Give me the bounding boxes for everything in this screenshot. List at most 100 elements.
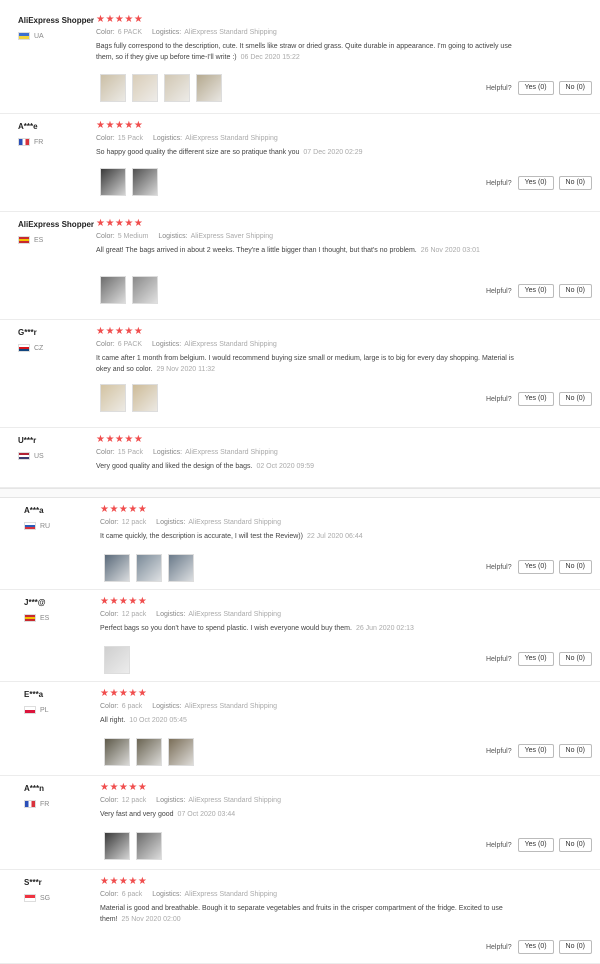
country-flag-icon	[18, 32, 30, 40]
review-text: Very good quality and liked the design o…	[96, 461, 526, 472]
color-key: Color:	[100, 703, 119, 710]
logistics-value: AliExpress Standard Shipping	[185, 135, 278, 142]
country-flag-icon	[24, 522, 36, 530]
color-value: 6 PACK	[117, 341, 143, 348]
review-date: 26 Nov 2020 03:01	[420, 247, 480, 254]
helpful-no-button[interactable]: No (0)	[558, 838, 592, 852]
review-photo-thumbnail[interactable]	[168, 738, 194, 766]
helpful-label: Helpful?	[485, 655, 512, 663]
review-photos	[100, 384, 158, 412]
helpful-yes-button[interactable]: Yes (0)	[517, 81, 554, 95]
review-photo-thumbnail[interactable]	[136, 738, 162, 766]
helpful-label: Helpful?	[485, 179, 512, 187]
reviewer-name: A***n	[24, 784, 45, 793]
color-value: 15 Pack	[117, 135, 143, 142]
review-meta: Color: 12 pack Logistics: AliExpress Stand…	[100, 611, 289, 618]
review-text: Bags fully correspond to the description…	[96, 41, 526, 63]
review-photo-thumbnail[interactable]	[100, 384, 126, 412]
helpful-no-button[interactable]: No (0)	[558, 81, 592, 95]
color-value: 5 Medium	[117, 233, 149, 240]
helpful-no-button[interactable]: No (0)	[558, 392, 592, 406]
country-flag-icon	[24, 800, 36, 808]
logistics-value: AliExpress Standard Shipping	[188, 797, 281, 804]
review-body: Very fast and very good	[100, 811, 174, 818]
helpful-label: Helpful?	[485, 84, 512, 92]
helpful-yes-button[interactable]: Yes (0)	[517, 940, 554, 954]
helpful-no-button[interactable]: No (0)	[558, 652, 592, 666]
review-photo-thumbnail[interactable]	[100, 74, 126, 102]
review-photo-thumbnail[interactable]	[132, 74, 158, 102]
review-photo-thumbnail[interactable]	[100, 276, 126, 304]
reviewer-name: J***@	[24, 598, 46, 607]
reviewer-name: AliExpress Shopper	[18, 16, 95, 25]
helpful-yes-button[interactable]: Yes (0)	[517, 838, 554, 852]
review-item: AliExpress Shopper UA ★★★★★ Color: 6 PACK…	[0, 8, 600, 114]
review-text: Very fast and very good 07 Oct 2020 03:44	[100, 809, 510, 820]
helpful-no-button[interactable]: No (0)	[558, 940, 592, 954]
review-text: Perfect bags so you don't have to spend …	[100, 623, 510, 634]
helpful-no-button[interactable]: No (0)	[558, 560, 592, 574]
helpful-yes-button[interactable]: Yes (0)	[517, 560, 554, 574]
reviewer-name: AliExpress Shopper	[18, 220, 95, 229]
review-photo-thumbnail[interactable]	[132, 168, 158, 196]
review-photo-thumbnail[interactable]	[100, 168, 126, 196]
color-value: 12 pack	[121, 797, 147, 804]
review-photo-thumbnail[interactable]	[132, 276, 158, 304]
reviewer-country: FR	[24, 800, 49, 808]
helpful-no-button[interactable]: No (0)	[558, 744, 592, 758]
reviewer-name: S***r	[24, 878, 42, 887]
review-photo-thumbnail[interactable]	[104, 738, 130, 766]
review-photo-thumbnail[interactable]	[104, 646, 130, 674]
review-item: A***e FR ★★★★★ Color: 15 Pack Logistics: A…	[0, 114, 600, 212]
review-meta: Color: 6 pack Logistics: AliExpress Standa…	[100, 703, 285, 710]
color-key: Color:	[96, 135, 115, 142]
star-rating: ★★★★★	[96, 218, 144, 229]
review-photo-thumbnail[interactable]	[136, 832, 162, 860]
helpful-label: Helpful?	[485, 943, 512, 951]
logistics-key: Logistics:	[156, 519, 186, 526]
review-photo-thumbnail[interactable]	[136, 554, 162, 582]
helpful-no-button[interactable]: No (0)	[558, 176, 592, 190]
logistics-value: AliExpress Standard Shipping	[184, 29, 277, 36]
helpful-controls: Helpful? Yes (0) No (0)	[486, 838, 592, 852]
review-date: 29 Nov 2020 11:32	[156, 366, 216, 373]
review-photo-thumbnail[interactable]	[196, 74, 222, 102]
reviewer-name: U***r	[18, 436, 37, 445]
helpful-controls: Helpful? Yes (0) No (0)	[486, 284, 592, 298]
logistics-key: Logistics:	[158, 233, 188, 240]
review-photo-thumbnail[interactable]	[164, 74, 190, 102]
review-item: G***r CZ ★★★★★ Color: 6 PACK Logistics: Al…	[0, 320, 600, 428]
review-date: 07 Oct 2020 03:44	[177, 811, 236, 818]
country-code: RU	[40, 522, 51, 530]
helpful-yes-button[interactable]: Yes (0)	[517, 392, 554, 406]
review-photo-thumbnail[interactable]	[104, 554, 130, 582]
star-rating: ★★★★★	[100, 596, 148, 607]
helpful-no-button[interactable]: No (0)	[558, 284, 592, 298]
helpful-controls: Helpful? Yes (0) No (0)	[486, 744, 592, 758]
review-photo-thumbnail[interactable]	[168, 554, 194, 582]
star-rating: ★★★★★	[100, 504, 148, 515]
reviewer-name: E***a	[24, 690, 44, 699]
country-flag-icon	[18, 138, 30, 146]
review-text: All right. 10 Oct 2020 05:45	[100, 715, 510, 726]
helpful-yes-button[interactable]: Yes (0)	[517, 744, 554, 758]
helpful-yes-button[interactable]: Yes (0)	[517, 176, 554, 190]
color-value: 6 pack	[121, 703, 143, 710]
review-text: All great! The bags arrived in about 2 w…	[96, 245, 526, 256]
review-meta: Color: 6 PACK Logistics: AliExpress Standa…	[96, 341, 285, 348]
helpful-yes-button[interactable]: Yes (0)	[517, 652, 554, 666]
logistics-key: Logistics:	[152, 703, 182, 710]
review-photo-thumbnail[interactable]	[132, 384, 158, 412]
color-key: Color:	[96, 233, 115, 240]
helpful-yes-button[interactable]: Yes (0)	[517, 284, 554, 298]
review-photos	[100, 168, 158, 196]
color-key: Color:	[100, 891, 119, 898]
review-item: E***a PL ★★★★★ Color: 6 pack Logistics: Al…	[0, 682, 600, 776]
logistics-value: AliExpress Standard Shipping	[188, 519, 281, 526]
review-body: Perfect bags so you don't have to spend …	[100, 625, 352, 632]
review-meta: Color: 6 pack Logistics: AliExpress Standa…	[100, 891, 285, 898]
review-date: 26 Jun 2020 02:13	[355, 625, 414, 632]
country-code: ES	[34, 236, 44, 244]
review-meta: Color: 5 Medium Logistics: AliExpress Save…	[96, 233, 281, 240]
review-photo-thumbnail[interactable]	[104, 832, 130, 860]
